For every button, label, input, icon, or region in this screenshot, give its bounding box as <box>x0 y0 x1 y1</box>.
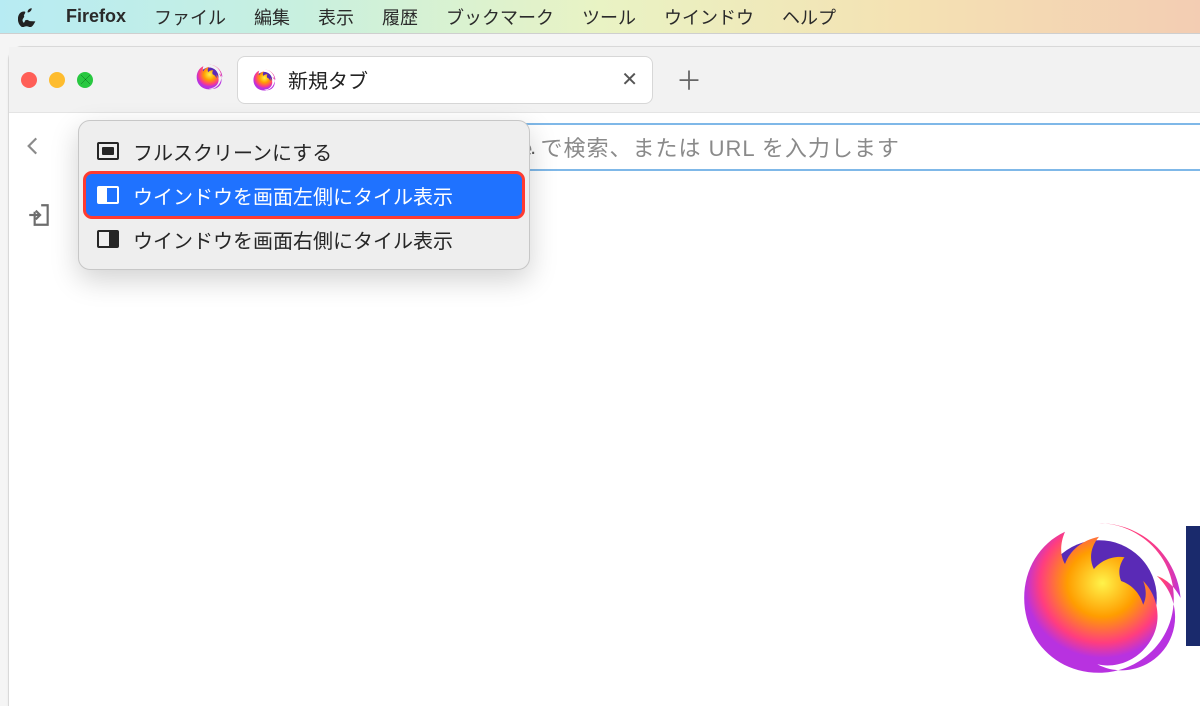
window-traffic-lights <box>21 72 93 88</box>
window-zoom-menu: フルスクリーンにする ウインドウを画面左側にタイル表示 ウインドウを画面右側にタ… <box>78 120 530 270</box>
browser-tab[interactable]: 新規タブ ✕ <box>237 56 653 104</box>
menu-item-label: フルスクリーンにする <box>133 137 332 166</box>
menu-edit[interactable]: 編集 <box>254 4 290 30</box>
import-bookmarks-button[interactable] <box>15 191 63 239</box>
tile-left-icon <box>97 186 119 204</box>
menu-view[interactable]: 表示 <box>318 4 354 30</box>
back-button[interactable] <box>9 122 57 170</box>
window-zoom-button[interactable] <box>77 72 93 88</box>
tab-title: 新規タブ <box>288 65 368 94</box>
fullscreen-icon <box>97 142 119 160</box>
window-close-button[interactable] <box>21 72 37 88</box>
tab-favicon-icon <box>252 68 276 92</box>
menu-help[interactable]: ヘルプ <box>782 4 836 30</box>
url-bar[interactable]: gle で検索、または URL を入力します <box>489 123 1200 171</box>
tab-close-button[interactable]: ✕ <box>621 67 638 92</box>
url-placeholder: gle で検索、または URL を入力します <box>501 131 900 163</box>
menu-bookmarks[interactable]: ブックマーク <box>446 4 554 30</box>
menu-history[interactable]: 履歴 <box>382 4 418 30</box>
new-tab-button[interactable]: ＋ <box>673 64 705 96</box>
menu-tools[interactable]: ツール <box>582 4 636 30</box>
app-name[interactable]: Firefox <box>66 6 126 27</box>
right-edge-strip <box>1186 526 1200 646</box>
menu-item-fullscreen[interactable]: フルスクリーンにする <box>85 129 523 173</box>
window-minimize-button[interactable] <box>49 72 65 88</box>
menu-item-label: ウインドウを画面左側にタイル表示 <box>133 181 453 210</box>
tile-right-icon <box>97 230 119 248</box>
menu-item-label: ウインドウを画面右側にタイル表示 <box>133 225 453 254</box>
menu-item-tile-left[interactable]: ウインドウを画面左側にタイル表示 <box>85 173 523 217</box>
macos-menubar: Firefox ファイル 編集 表示 履歴 ブックマーク ツール ウインドウ ヘ… <box>0 0 1200 34</box>
menu-item-tile-right[interactable]: ウインドウを画面右側にタイル表示 <box>85 217 523 261</box>
firefox-toolbar-icon <box>195 63 223 96</box>
apple-menu-icon[interactable] <box>18 7 38 27</box>
menu-window[interactable]: ウインドウ <box>664 4 754 30</box>
tab-strip: 新規タブ ✕ ＋ <box>9 47 1200 113</box>
firefox-logo <box>1014 513 1184 688</box>
menu-file[interactable]: ファイル <box>154 4 226 30</box>
